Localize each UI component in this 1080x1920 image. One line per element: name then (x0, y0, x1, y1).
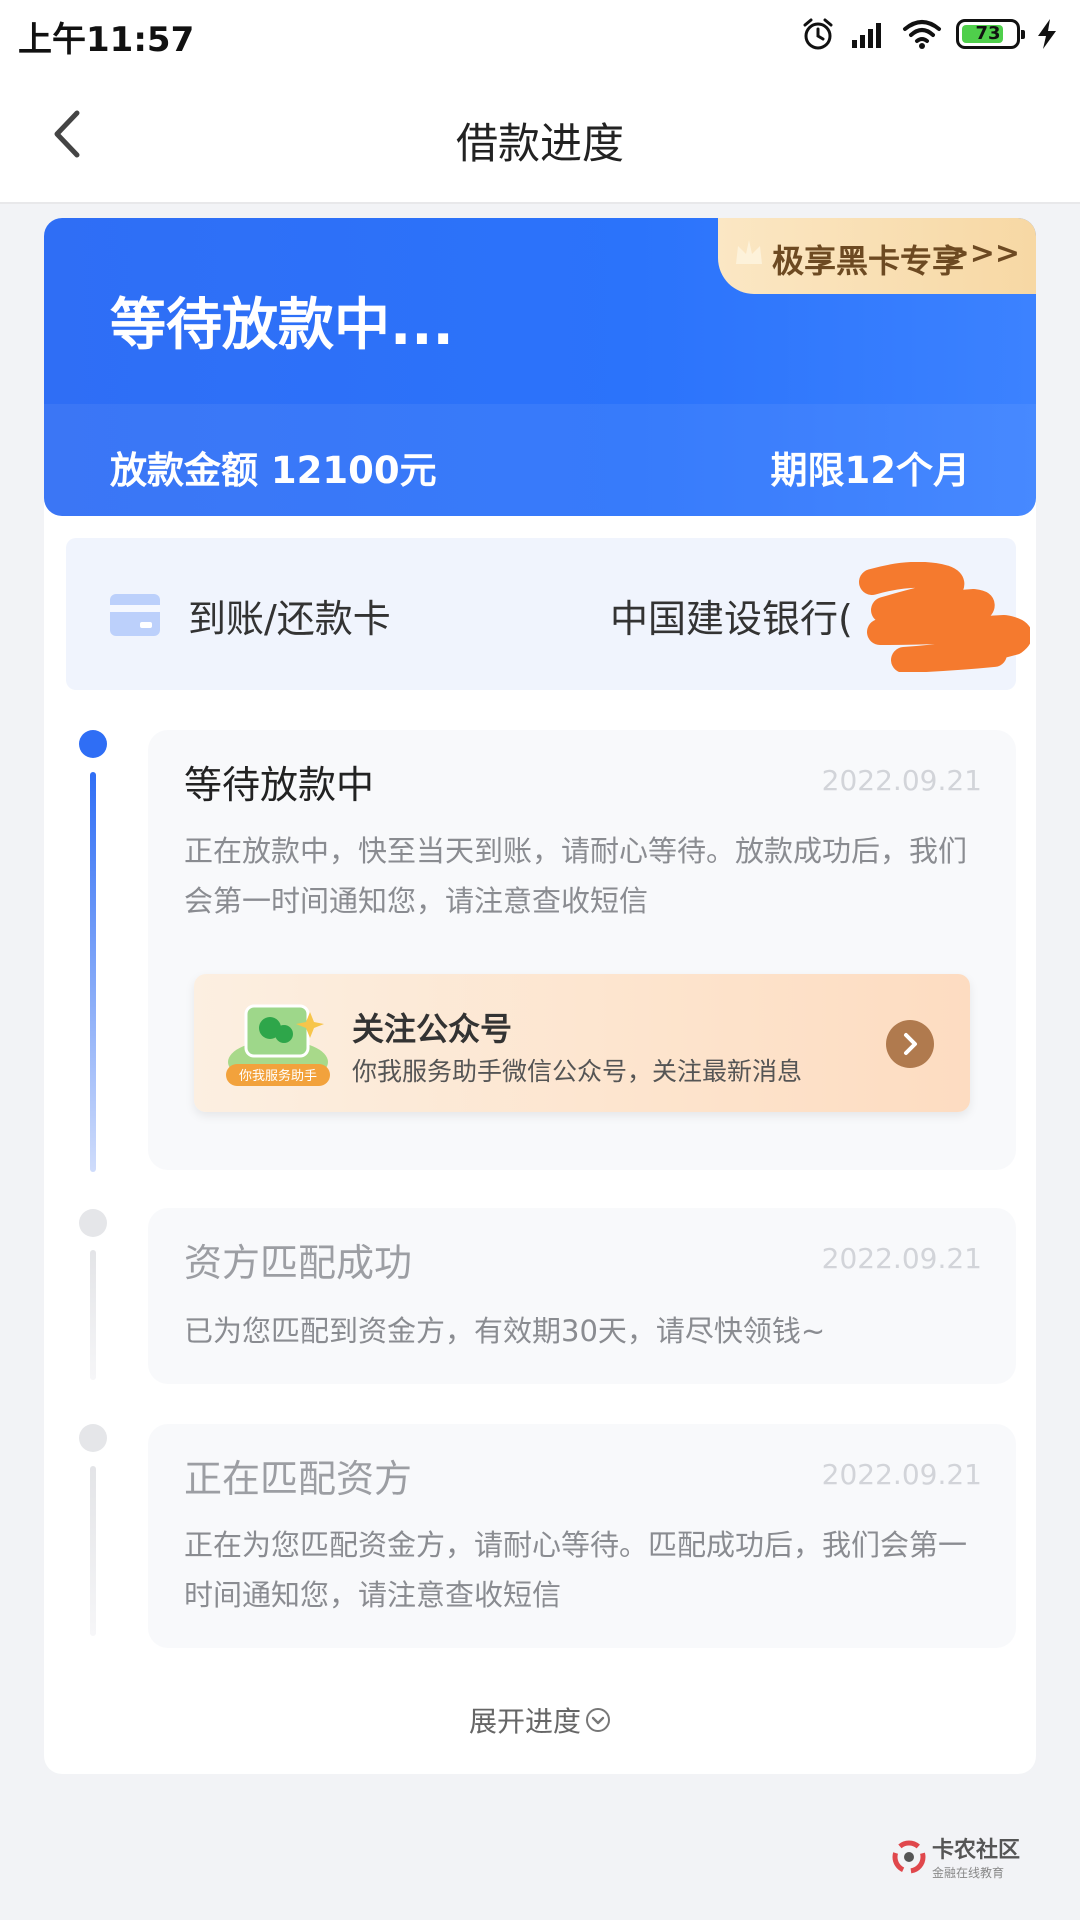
wechat-assistant-badge-icon: 你我服务助手 (226, 1004, 330, 1086)
status-icons: 73 (800, 14, 1060, 54)
signal-icon (852, 23, 881, 48)
vip-card-tag[interactable]: 极享黑卡专享 >>> (718, 218, 1036, 294)
bank-name: 中国建设银行( (610, 597, 853, 641)
kanong-logo-icon (892, 1840, 926, 1873)
battery-icon: 73 (956, 19, 1025, 49)
step-date: 2022.09.21 (821, 1458, 982, 1491)
timeline-dot (79, 1209, 107, 1237)
watermark-title: 卡农社区 (931, 1838, 1020, 1863)
wifi-icon (903, 20, 941, 49)
timeline-line (90, 1466, 96, 1636)
promo-subtitle: 你我服务助手微信公众号，关注最新消息 (352, 1057, 803, 1086)
loan-term: 期限12个月 (770, 449, 971, 492)
progress-step-3: 正在匹配资方 2022.09.21 正在为您匹配资金方，请耐心等待。匹配成功后，… (148, 1424, 1016, 1648)
timeline-line (90, 1250, 96, 1380)
status-time: 上午11:57 (18, 20, 195, 60)
navigation-bar: 借款进度 (0, 66, 1080, 204)
loan-status-card: 等待放款中... 放款金额 12100元 期限12个月 极享黑卡专享 >>> (44, 218, 1036, 516)
promo-title: 关注公众号 (352, 1010, 513, 1048)
timeline-line-active (90, 772, 96, 1172)
community-watermark: 卡农社区 金融在线教育 (892, 1832, 1020, 1881)
follow-official-account-banner[interactable]: 你我服务助手 关注公众号 你我服务助手微信公众号，关注最新消息 (194, 974, 970, 1112)
svg-text:你我服务助手: 你我服务助手 (239, 1068, 317, 1084)
loan-amount: 放款金额 12100元 (110, 449, 437, 492)
step-title: 资方匹配成功 (184, 1241, 413, 1285)
alarm-icon (803, 18, 833, 50)
step-description: 正在为您匹配资金方，请耐心等待。匹配成功后，我们会第一时间通知您，请注意查收短信 (184, 1528, 968, 1612)
timeline-dot (79, 1424, 107, 1452)
chevron-right-icon (904, 1033, 917, 1055)
expand-progress-button[interactable]: 展开进度 (0, 1700, 1080, 1740)
step-description: 已为您匹配到资金方，有效期30天，请尽快领钱~ (184, 1314, 826, 1348)
status-bar: 上午11:57 73 (0, 0, 1080, 66)
charging-icon (1038, 19, 1056, 49)
loan-status-title: 等待放款中... (110, 293, 454, 358)
crown-icon (736, 240, 762, 264)
expand-progress-label: 展开进度 (468, 1705, 581, 1738)
watermark-subtitle: 金融在线教育 (931, 1866, 1004, 1880)
step-title: 等待放款中 (184, 763, 375, 807)
timeline-dot-active (79, 730, 107, 758)
battery-level: 73 (975, 23, 1001, 44)
promo-arrow-button[interactable] (886, 1020, 934, 1068)
vip-arrows-icon: >>> (944, 236, 1020, 271)
receiving-card-label: 到账/还款卡 (188, 597, 391, 641)
chevron-down-circle-icon (586, 1708, 610, 1732)
step-description: 正在放款中，快至当天到账，请耐心等待。放款成功后，我们会第一时间通知您，请注意查… (184, 834, 968, 918)
vip-card-label: 极享黑卡专享 (772, 242, 965, 280)
step-title: 正在匹配资方 (184, 1457, 413, 1501)
step-date: 2022.09.21 (821, 764, 982, 797)
progress-step-2: 资方匹配成功 2022.09.21 已为您匹配到资金方，有效期30天，请尽快领钱… (148, 1208, 1016, 1384)
redaction-scribble (859, 562, 1030, 672)
step-date: 2022.09.21 (821, 1242, 982, 1275)
bank-card-icon (110, 594, 160, 636)
page-title: 借款进度 (455, 119, 624, 168)
